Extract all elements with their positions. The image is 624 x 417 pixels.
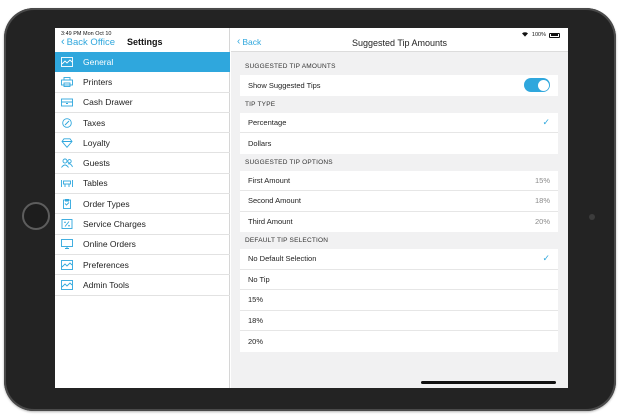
tip-type-option-percentage[interactable]: Percentage ✓ <box>240 113 558 133</box>
guests-icon <box>59 157 75 169</box>
sidebar-list: General Printers Cash Drawer Taxes Loyalty Gu… <box>55 52 230 296</box>
sidebar-item-label: General <box>83 56 114 67</box>
sidebar-item-cash-drawer[interactable]: Cash Drawer <box>55 93 230 113</box>
diamond-icon <box>59 137 75 149</box>
sidebar-item-online-orders[interactable]: Online Orders <box>55 235 230 255</box>
tip-options-group: First Amount 15% Second Amount 18% Third Amo… <box>240 170 558 233</box>
checkmark-icon: ✓ <box>542 253 550 264</box>
back-office-label: Back Office <box>66 37 116 48</box>
checkmark-icon: ✓ <box>542 116 550 127</box>
tip-amount-row-second-amount[interactable]: Second Amount 18% <box>240 191 558 212</box>
home-button[interactable] <box>22 202 50 230</box>
sidebar-item-guests[interactable]: Guests <box>55 153 230 174</box>
show-suggested-tips-label: Show Suggested Tips <box>248 80 321 90</box>
sidebar-item-admin-tools[interactable]: Admin Tools <box>55 275 230 296</box>
sidebar-item-label: Cash Drawer <box>83 97 133 108</box>
sidebar-item-general[interactable]: General <box>55 52 230 73</box>
monitor-icon <box>59 238 75 250</box>
default-tip-option-label: No Default Selection <box>248 254 317 264</box>
default-tip-option-label: 18% <box>248 315 264 325</box>
preferences-icon <box>59 259 75 271</box>
sidebar-item-label: Online Orders <box>83 239 136 250</box>
tip-amount-label: Second Amount <box>248 196 301 206</box>
sidebar-item-tables[interactable]: Tables <box>55 174 230 195</box>
section-title-suggested: SUGGESTED TIP AMOUNTS <box>245 63 336 70</box>
sidebar-item-printers[interactable]: Printers <box>55 72 230 93</box>
cash-drawer-icon <box>59 96 75 108</box>
tip-type-group: Percentage ✓ Dollars <box>240 112 558 154</box>
chevron-left-icon: ‹ <box>61 36 65 48</box>
section-title-tip-options: SUGGESTED TIP OPTIONS <box>245 158 333 166</box>
page-title: Suggested Tip Amounts <box>351 38 448 48</box>
status-right: 100% <box>521 31 560 39</box>
tip-amount-row-third-amount[interactable]: Third Amount 20% <box>240 212 558 233</box>
sidebar-item-label: Taxes <box>83 117 106 128</box>
tip-amount-value: 20% <box>534 217 550 227</box>
default-tip-option-18[interactable]: 18% <box>240 311 558 331</box>
tip-type-option-dollars[interactable]: Dollars <box>240 133 558 154</box>
sidebar-item-taxes[interactable]: Taxes <box>55 113 230 134</box>
default-tip-option-label: No Tip <box>248 274 270 284</box>
sidebar-item-preferences[interactable]: Preferences <box>55 255 230 276</box>
percent-icon <box>59 218 75 230</box>
default-tip-option-label: 15% <box>248 295 264 305</box>
sidebar-item-service-charges[interactable]: Service Charges <box>55 214 230 235</box>
default-tip-option-no-default-selection[interactable]: No Default Selection ✓ <box>240 249 558 270</box>
default-tip-option-no-tip[interactable]: No Tip <box>240 270 558 290</box>
tip-amount-value: 15% <box>534 175 550 185</box>
admin-icon <box>59 279 75 291</box>
sidebar-item-label: Loyalty <box>83 137 110 148</box>
section-title-default-selection: DEFAULT TIP SELECTION <box>245 237 329 244</box>
general-icon <box>59 56 75 68</box>
tip-type-option-label: Dollars <box>248 138 272 148</box>
show-suggested-tips-row: Show Suggested Tips <box>240 75 558 96</box>
battery-icon <box>549 32 560 38</box>
default-tip-option-label: 20% <box>248 336 264 346</box>
default-tip-option-20[interactable]: 20% <box>240 331 558 352</box>
back-office-button[interactable]: ‹ Back Office <box>61 36 116 49</box>
screen: 3:49 PM Mon Oct 10 ‹ Back Office Setting… <box>55 28 568 388</box>
sidebar-item-label: Printers <box>83 76 113 87</box>
toggle-knob <box>537 79 549 91</box>
default-tip-option-15[interactable]: 15% <box>240 290 558 311</box>
sidebar-item-order-types[interactable]: Order Types <box>55 194 230 215</box>
default-selection-group: No Default Selection ✓ No Tip 15% 18% 20% <box>240 249 558 352</box>
tables-icon <box>59 177 75 189</box>
suggested-group: Show Suggested Tips <box>240 75 558 96</box>
sidebar-item-label: Admin Tools <box>83 279 130 290</box>
sidebar-item-label: Order Types <box>83 198 130 209</box>
wifi-icon <box>521 31 529 39</box>
sidebar-item-label: Preferences <box>83 259 129 270</box>
tip-amount-row-first-amount[interactable]: First Amount 15% <box>240 171 558 191</box>
clipboard-icon <box>59 198 75 210</box>
home-indicator <box>421 381 556 384</box>
sidebar-item-label: Guests <box>83 158 110 169</box>
sidebar-header: ‹ Back Office Settings <box>55 28 230 52</box>
printer-icon <box>59 76 75 88</box>
camera-dot <box>589 214 595 220</box>
taxes-icon <box>59 117 75 129</box>
battery-percent: 100% <box>531 32 546 38</box>
tip-amount-label: Third Amount <box>248 217 293 227</box>
sidebar-item-label: Service Charges <box>83 219 146 230</box>
tip-amount-value: 18% <box>534 196 550 206</box>
settings-sidebar: 3:49 PM Mon Oct 10 ‹ Back Office Setting… <box>55 28 230 388</box>
section-title-tip-type: TIP TYPE <box>245 100 276 108</box>
sidebar-item-label: Tables <box>83 178 108 189</box>
tip-amount-label: First Amount <box>248 175 291 185</box>
sidebar-title: Settings <box>127 37 163 47</box>
show-suggested-tips-toggle[interactable] <box>524 78 550 93</box>
sidebar-item-loyalty[interactable]: Loyalty <box>55 133 230 154</box>
main-panel: ‹ Back Suggested Tip Amounts 100% SUGGES… <box>231 28 568 388</box>
tip-type-option-label: Percentage <box>248 117 287 127</box>
settings-content: SUGGESTED TIP AMOUNTS Show Suggested Tip… <box>240 58 558 352</box>
main-header: ‹ Back Suggested Tip Amounts 100% <box>231 28 568 52</box>
